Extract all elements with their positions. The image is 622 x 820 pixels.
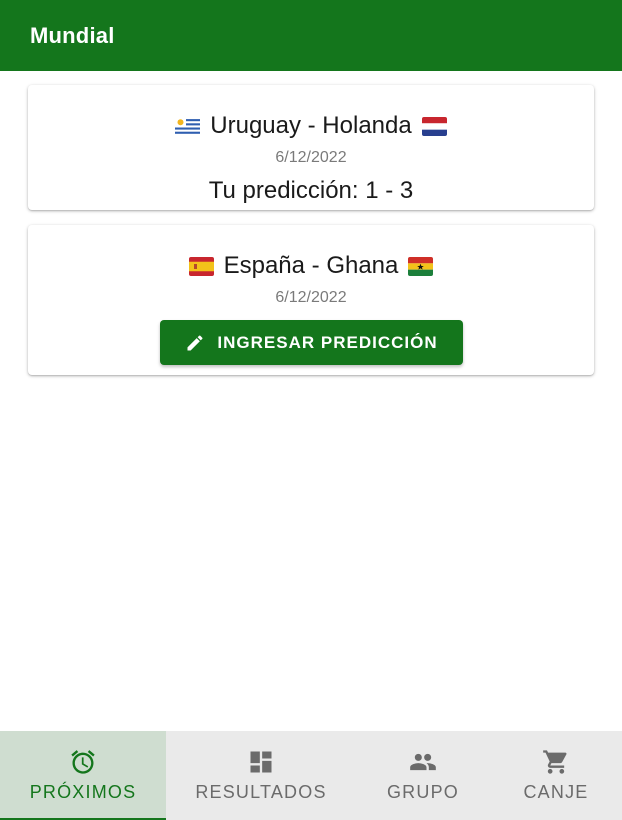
dashboard-icon [247, 748, 275, 776]
uruguay-flag-icon [175, 116, 201, 136]
nav-item-proximos[interactable]: PRÓXIMOS [0, 731, 166, 820]
nav-label: PRÓXIMOS [29, 782, 137, 802]
pencil-icon [185, 333, 205, 353]
nav-label: CANJE [523, 782, 589, 802]
group-icon [409, 748, 437, 776]
match-title: Uruguay - Holanda [210, 112, 412, 139]
match-title-row: Uruguay - Holanda [28, 112, 594, 140]
match-date: 6/12/2022 [275, 149, 347, 166]
spain-flag-icon [188, 256, 214, 276]
nav-item-canje[interactable]: CANJE [490, 731, 622, 820]
alarm-clock-icon [69, 748, 97, 776]
netherlands-flag-icon [421, 116, 447, 136]
enter-prediction-button[interactable]: INGRESAR PREDICCIÓN [160, 320, 463, 365]
nav-label: GRUPO [386, 782, 459, 802]
app-title: Mundial [30, 22, 115, 48]
match-title-row: España - Ghana [28, 252, 594, 280]
match-card: Uruguay - Holanda 6/12/2022 Tu predicció… [28, 85, 594, 210]
nav-item-grupo[interactable]: GRUPO [356, 731, 490, 820]
bottom-navigation: PRÓXIMOS RESULTADOS GRUPO CANJE [0, 731, 622, 820]
shopping-cart-icon [542, 748, 570, 776]
match-card: España - Ghana 6/12/2022 INGRESAR PREDIC… [28, 225, 594, 375]
app-bar: Mundial [0, 0, 622, 71]
match-title: España - Ghana [223, 252, 399, 279]
match-date: 6/12/2022 [275, 289, 347, 306]
nav-item-resultados[interactable]: RESULTADOS [166, 731, 356, 820]
nav-label: RESULTADOS [195, 782, 327, 802]
prediction-text: Tu predicción: 1 - 3 [208, 177, 414, 204]
ghana-flag-icon [408, 256, 434, 276]
enter-prediction-label: INGRESAR PREDICCIÓN [217, 332, 438, 352]
